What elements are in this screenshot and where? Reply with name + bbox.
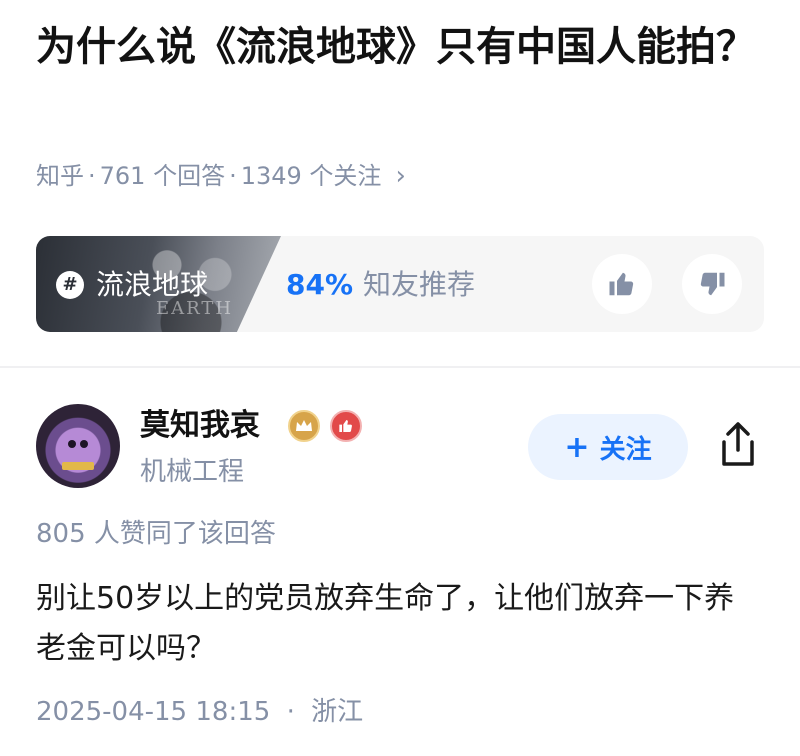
recommend-stat: 84% 知友推荐: [286, 266, 475, 304]
chevron-right-icon[interactable]: ›: [395, 156, 405, 196]
answer-vote-count: 805 人赞同了该回答: [36, 519, 276, 549]
topic-card[interactable]: EARTH # 流浪地球 84% 知友推荐: [36, 236, 764, 332]
upvote-button[interactable]: [592, 254, 652, 314]
downvote-button[interactable]: [682, 254, 742, 314]
author-avatar[interactable]: [36, 404, 120, 488]
meta-separator: ·: [286, 697, 295, 727]
answer-date: 2025-04-15 18:15: [36, 697, 271, 727]
followers-count: 1349 个关注: [240, 162, 382, 190]
author-name[interactable]: 莫知我哀: [140, 404, 260, 448]
topic-name[interactable]: 流浪地球: [96, 266, 208, 304]
like-badge-icon[interactable]: [330, 410, 362, 442]
plus-icon: +: [564, 429, 590, 465]
thumbs-up-icon: [609, 272, 634, 296]
follow-button[interactable]: + 关注: [528, 414, 688, 480]
avatar-belt: [62, 462, 94, 470]
meta-separator: ·: [88, 162, 96, 190]
answer-meta: 2025-04-15 18:15 · 浙江: [36, 692, 363, 732]
meta-separator: ·: [229, 162, 237, 190]
crown-badge-icon[interactable]: [288, 410, 320, 442]
follow-label: 关注: [599, 434, 652, 465]
answers-count: 761 个回答: [99, 162, 226, 190]
answer-content[interactable]: 别让50岁以上的党员放弃生命了，让他们放弃一下养老金可以吗？: [36, 574, 764, 674]
hashtag-icon: #: [56, 271, 84, 299]
recommend-label: 知友推荐: [363, 268, 476, 301]
question-meta[interactable]: 知乎 · 761 个回答 · 1349 个关注 ›: [36, 156, 406, 196]
avatar-eye: [80, 440, 88, 448]
thumbs-down-icon: [700, 272, 725, 296]
avatar-eye: [68, 440, 76, 448]
question-title: 为什么说《流浪地球》只有中国人能拍？: [36, 24, 756, 70]
answer-location: 浙江: [311, 697, 364, 727]
share-icon[interactable]: [716, 420, 760, 470]
source-label: 知乎: [36, 162, 84, 190]
recommend-percentage: 84%: [286, 268, 354, 301]
section-divider: [0, 366, 800, 368]
author-bio: 机械工程: [140, 457, 245, 487]
